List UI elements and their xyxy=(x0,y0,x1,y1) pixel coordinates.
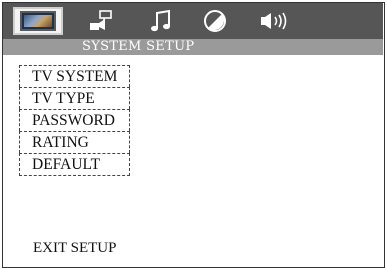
menu-item-rating[interactable]: RATING xyxy=(19,131,130,153)
menu-item-tv-system[interactable]: TV SYSTEM xyxy=(19,65,130,87)
tab-speaker-setup[interactable] xyxy=(251,5,301,37)
tab-bar xyxy=(3,3,383,39)
menu-item-default[interactable]: DEFAULT xyxy=(19,153,130,176)
menu-item-password[interactable]: PASSWORD xyxy=(19,109,130,131)
page-title: SYSTEM SETUP xyxy=(82,39,195,54)
exit-setup-button[interactable]: EXIT SETUP xyxy=(33,240,116,257)
menu-item-tv-type[interactable]: TV TYPE xyxy=(19,87,130,109)
speaker-settings-icon xyxy=(90,10,112,30)
tab-system-setup[interactable] xyxy=(13,7,63,35)
contrast-circle-icon xyxy=(204,10,226,32)
setup-window: SYSTEM SETUP TV SYSTEM TV TYPE PASSWORD … xyxy=(2,2,385,268)
tab-audio-setup[interactable] xyxy=(141,5,181,37)
tab-language-setup[interactable] xyxy=(81,5,121,37)
volume-icon xyxy=(261,12,287,30)
tv-screen-icon xyxy=(20,11,56,31)
music-note-icon xyxy=(151,9,170,32)
tab-video-setup[interactable] xyxy=(195,5,235,37)
setup-menu: TV SYSTEM TV TYPE PASSWORD RATING DEFAUL… xyxy=(19,65,130,176)
